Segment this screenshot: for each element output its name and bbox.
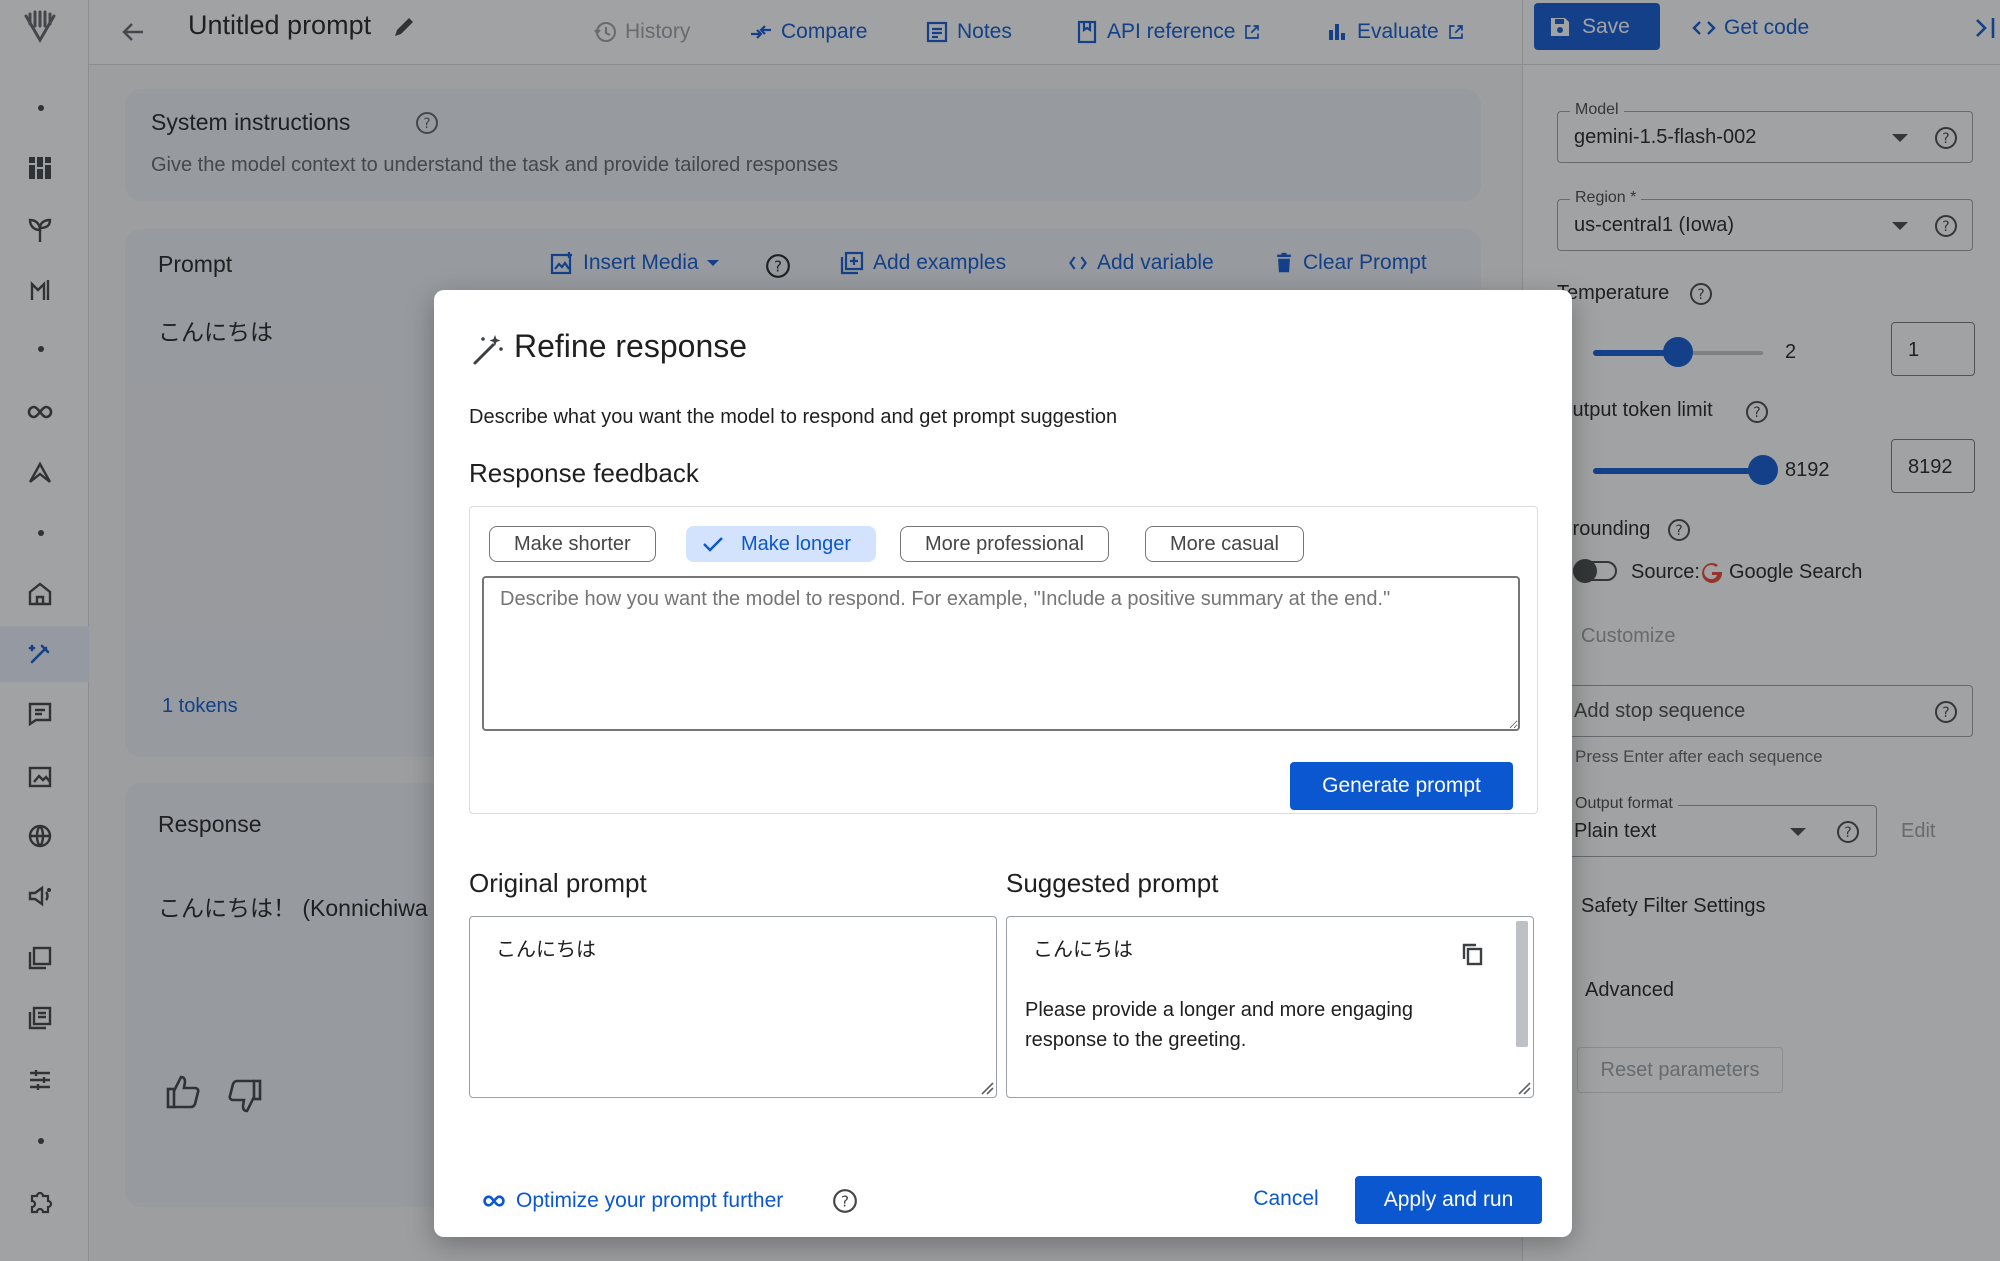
suggested-prompt-scrollbar[interactable] [1516, 921, 1528, 1047]
copy-icon[interactable] [1459, 941, 1485, 967]
infinity-icon [483, 1195, 505, 1207]
response-feedback-title: Response feedback [469, 458, 699, 488]
chip-label: More casual [1170, 532, 1279, 555]
chip-label: Make shorter [514, 532, 631, 555]
cancel-button[interactable]: Cancel [1236, 1176, 1336, 1222]
feedback-textarea[interactable] [482, 576, 1520, 731]
svg-text:?: ? [841, 1192, 849, 1210]
optimize-prompt-link[interactable]: Optimize your prompt further [482, 1186, 783, 1216]
apply-and-run-button[interactable]: Apply and run [1355, 1176, 1542, 1224]
chip-make-longer[interactable]: Make longer [686, 526, 877, 562]
original-prompt-textarea[interactable]: こんにちは [469, 916, 997, 1098]
suggested-prompt-title: Suggested prompt [1006, 868, 1219, 898]
original-prompt-title: Original prompt [469, 868, 647, 898]
resize-handle-icon[interactable] [980, 1081, 994, 1095]
suggested-prompt-line2: Please provide a longer and more engagin… [1025, 999, 1414, 1051]
chip-make-shorter[interactable]: Make shorter [489, 526, 656, 562]
refine-response-dialog: Refine response Describe what you want t… [434, 290, 1572, 1237]
original-prompt-text: こんにちは [496, 939, 596, 961]
check-icon [703, 537, 723, 552]
dialog-title: Refine response [514, 328, 748, 364]
chip-label: Make longer [741, 532, 852, 555]
chip-more-casual[interactable]: More casual [1145, 526, 1304, 562]
dialog-description: Describe what you want the model to resp… [469, 406, 1118, 428]
generate-prompt-button[interactable]: Generate prompt [1290, 762, 1513, 810]
optimize-label: Optimize your prompt further [516, 1189, 784, 1212]
response-feedback-box: Make shorter Make longer More profession… [469, 506, 1538, 814]
suggested-prompt-textarea[interactable]: こんにちは Please provide a longer and more e… [1006, 916, 1534, 1098]
resize-handle-icon[interactable] [1517, 1081, 1531, 1095]
magic-wand-icon [473, 335, 503, 365]
help-icon[interactable]: ? [832, 1188, 858, 1214]
chip-more-professional[interactable]: More professional [900, 526, 1109, 562]
chip-label: More professional [925, 532, 1084, 555]
suggested-prompt-line1: こんにちは [1033, 939, 1133, 961]
